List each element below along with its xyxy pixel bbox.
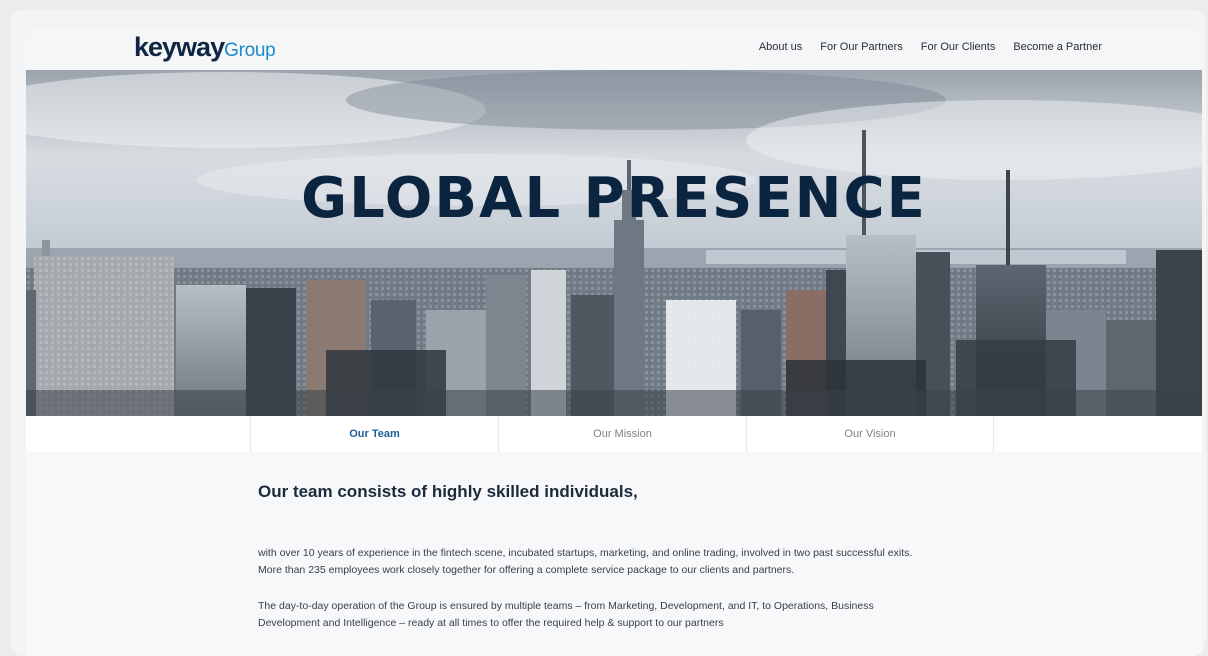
tab-our-team[interactable]: Our Team — [250, 416, 498, 452]
content-heading: Our team consists of highly skilled indi… — [258, 482, 638, 501]
nav-for-our-partners[interactable]: For Our Partners — [820, 41, 903, 53]
hero-banner: GLOBAL PRESENCE — [26, 70, 1202, 416]
nav-about-us[interactable]: About us — [759, 41, 802, 53]
tab-our-mission[interactable]: Our Mission — [498, 416, 746, 452]
site-header: keyway Group About us For Our Partners F… — [26, 28, 1202, 70]
city-skyline-image — [26, 70, 1202, 416]
logo[interactable]: keyway Group — [134, 32, 276, 63]
tab-list: Our Team Our Mission Our Vision — [250, 416, 994, 452]
tab-our-vision[interactable]: Our Vision — [746, 416, 994, 452]
main-nav: About us For Our Partners For Our Client… — [759, 41, 1102, 53]
paragraph-1-line-2: More than 235 employees work closely tog… — [258, 564, 795, 576]
paragraph-2-line-1: The day-to-day operation of the Group is… — [258, 600, 874, 612]
nav-become-a-partner[interactable]: Become a Partner — [1013, 41, 1102, 53]
website: keyway Group About us For Our Partners F… — [26, 28, 1202, 656]
paragraph-1-line-1: with over 10 years of experience in the … — [258, 547, 913, 559]
hero-title: GLOBAL PRESENCE — [301, 166, 927, 231]
browser-frame: keyway Group About us For Our Partners F… — [10, 10, 1206, 656]
logo-group-text: Group — [224, 40, 276, 61]
nav-for-our-clients[interactable]: For Our Clients — [921, 41, 996, 53]
logo-wordmark: keyway — [134, 32, 225, 62]
tabs-bar: Our Team Our Mission Our Vision — [26, 416, 1202, 452]
paragraph-2-line-2: Development and Intelligence – ready at … — [258, 617, 724, 629]
